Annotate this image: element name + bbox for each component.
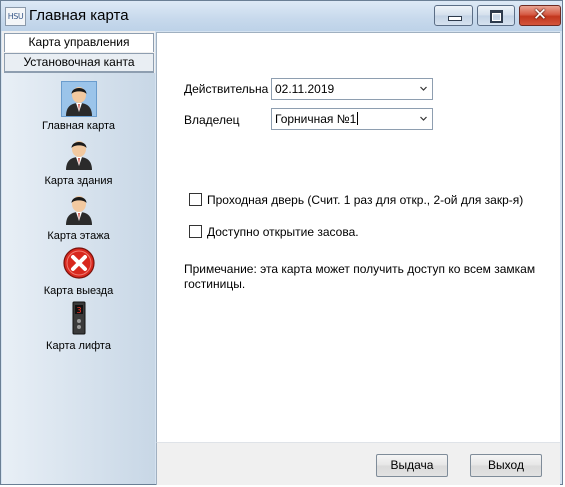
app-logo-icon: HSU: [5, 7, 26, 26]
card-type-pane: Карта управления Установочная канта Глав…: [2, 31, 155, 484]
card-type-floor[interactable]: Карта этажа: [2, 191, 155, 242]
owner-select[interactable]: Горничная №1: [271, 108, 433, 130]
card-settings-panel: Действительна 02.11.2019 Владелец Горнич…: [156, 32, 560, 443]
exit-button[interactable]: Выход: [470, 454, 542, 477]
tab-setup-card[interactable]: Установочная канта: [4, 53, 154, 72]
owner-label: Владелец: [184, 113, 240, 127]
window-title: Главная карта: [29, 7, 129, 24]
deadbolt-label: Доступно открытие засова.: [207, 225, 359, 239]
maximize-icon: [490, 10, 503, 23]
elevator-icon: 3: [61, 301, 97, 337]
title-bar[interactable]: HSU Главная карта ✕: [1, 1, 562, 31]
maximize-button[interactable]: [477, 5, 515, 26]
card-type-label: Главная карта: [41, 120, 115, 132]
valid-until-date-picker[interactable]: 02.11.2019: [271, 78, 433, 100]
person-icon: [60, 81, 97, 117]
deadbolt-checkbox[interactable]: [189, 225, 202, 238]
passage-door-label: Проходная дверь (Счит. 1 раз для откр., …: [207, 193, 524, 207]
action-bar: Выдача Выход: [156, 442, 560, 485]
card-type-label: Карта здания: [44, 175, 113, 187]
access-note: Примечание: эта карта может получить дос…: [184, 262, 536, 291]
card-type-elevator[interactable]: 3 Карта лифта: [2, 301, 155, 352]
tab-control-card[interactable]: Карта управления: [4, 33, 154, 52]
elevator-floor-digit: 3: [76, 306, 81, 315]
minimize-button[interactable]: [434, 5, 473, 26]
passage-door-checkbox[interactable]: [189, 193, 202, 206]
close-icon: ✕: [532, 5, 548, 25]
close-button[interactable]: ✕: [519, 5, 561, 26]
card-type-building[interactable]: Карта здания: [2, 136, 155, 187]
exit-x-icon: [61, 246, 97, 282]
card-type-label: Карта лифта: [46, 340, 111, 352]
chevron-down-icon[interactable]: [420, 85, 427, 92]
valid-until-value: 02.11.2019: [275, 82, 335, 96]
owner-value: Горничная №1: [275, 112, 357, 126]
issue-button[interactable]: Выдача: [376, 454, 448, 477]
card-type-label: Карта этажа: [47, 230, 110, 242]
tab-divider: [4, 72, 154, 73]
person-icon: [61, 136, 97, 172]
valid-until-label: Действительна: [184, 82, 269, 96]
main-card-window: HSU Главная карта ✕ Карта управления Уст…: [0, 0, 563, 485]
card-type-label: Карта выезда: [43, 285, 114, 297]
text-cursor: [357, 112, 359, 125]
minimize-icon: [448, 16, 462, 21]
chevron-down-icon[interactable]: [420, 115, 427, 122]
card-type-checkout[interactable]: Карта выезда: [2, 246, 155, 297]
owner-value-wrap: Горничная №1: [275, 112, 359, 126]
person-icon: [61, 191, 97, 227]
card-type-master[interactable]: Главная карта: [2, 81, 155, 132]
